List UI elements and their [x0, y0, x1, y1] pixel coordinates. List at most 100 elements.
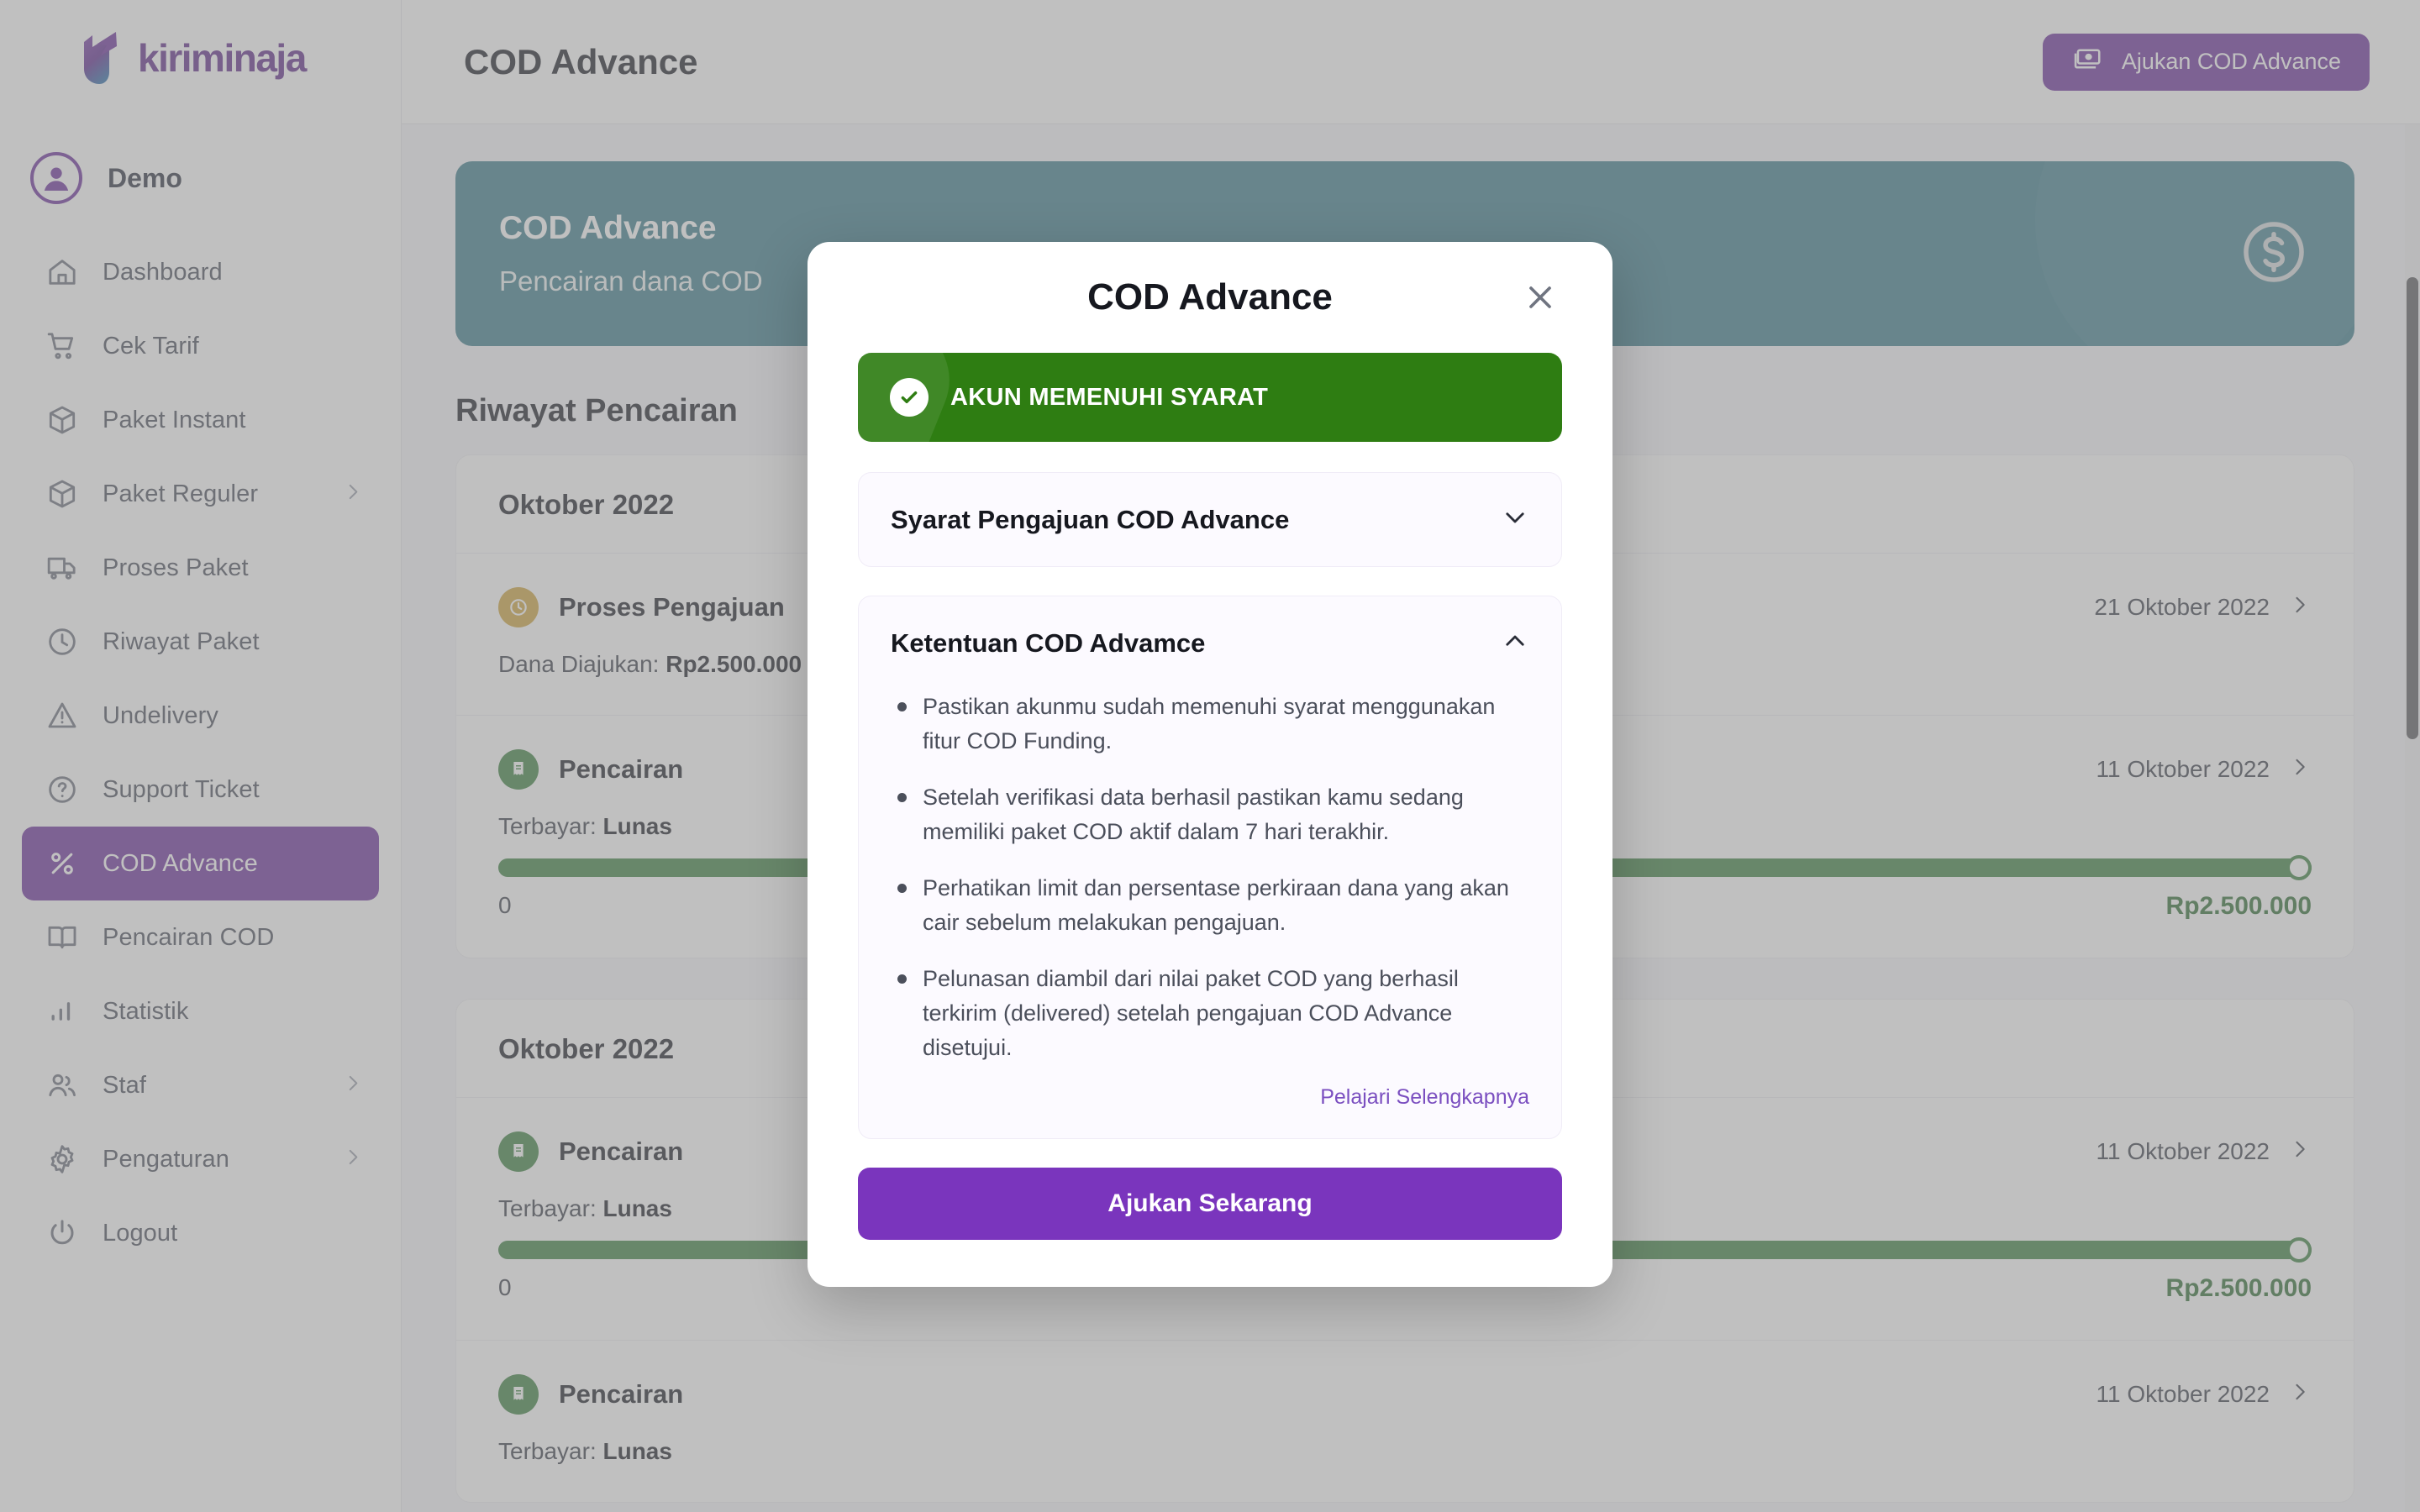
- sidebar-item-staf[interactable]: Staf: [22, 1048, 379, 1122]
- sidebar-item-paket-instant[interactable]: Paket Instant: [22, 383, 379, 457]
- accordion-ketentuan-title: Ketentuan COD Advamce: [891, 627, 1206, 658]
- sidebar-item-label: Undelivery: [103, 701, 218, 729]
- ajukan-sekarang-button[interactable]: Ajukan Sekarang: [858, 1168, 1562, 1241]
- sidebar-item-proses-paket[interactable]: Proses Paket: [22, 531, 379, 605]
- chevron-right-icon: [342, 1147, 364, 1173]
- truck-icon: [40, 546, 84, 590]
- question-icon: [40, 768, 84, 811]
- top-header: COD Advance Ajukan COD Advance: [402, 0, 2420, 124]
- gear-icon: [40, 1137, 84, 1181]
- dollar-circle-icon: [2237, 215, 2311, 293]
- table-row[interactable]: Pencairan 11 Oktober 2022 Terbayar: Luna…: [456, 1341, 2354, 1502]
- row-detail-value: Lunas: [602, 813, 672, 839]
- row-date-label: 21 Oktober 2022: [2094, 594, 2270, 620]
- money-icon: [2071, 43, 2103, 81]
- row-detail-label: Terbayar:: [498, 1195, 597, 1221]
- sidebar-item-label: Proses Paket: [103, 554, 249, 581]
- app-root: kiriminaja Demo Dashboard Cek Tarif Pake…: [0, 0, 2420, 1512]
- progress-min-label: 0: [498, 892, 512, 918]
- row-date[interactable]: 11 Oktober 2022: [2096, 1137, 2312, 1167]
- eligibility-banner: AKUN MEMENUHI SYARAT: [858, 353, 1562, 442]
- book-icon: [40, 916, 84, 959]
- sidebar-item-logout[interactable]: Logout: [22, 1196, 379, 1270]
- sidebar-item-cek-tarif[interactable]: Cek Tarif: [22, 309, 379, 383]
- ajukan-cod-advance-label: Ajukan COD Advance: [2121, 49, 2341, 74]
- row-date[interactable]: 11 Oktober 2022: [2096, 755, 2312, 785]
- row-detail-label: Dana Diajukan:: [498, 651, 660, 677]
- sidebar-item-label: Statistik: [103, 997, 189, 1025]
- cart-icon: [40, 324, 84, 368]
- sidebar-item-label: COD Advance: [103, 849, 258, 877]
- chevron-right-icon: [2288, 1380, 2312, 1410]
- accordion-ketentuan: Ketentuan COD Advamce Pastikan akunmu su…: [858, 596, 1562, 1140]
- percent-icon: [40, 842, 84, 885]
- row-date-label: 11 Oktober 2022: [2096, 1138, 2270, 1164]
- clock-icon: [40, 620, 84, 664]
- check-circle-icon: [890, 378, 929, 417]
- chevron-right-icon: [342, 1073, 364, 1099]
- list-item: Perhatikan limit dan persentase perkiraa…: [891, 871, 1529, 940]
- sidebar-item-cod-advance[interactable]: COD Advance: [22, 827, 379, 900]
- list-item: Setelah verifikasi data berhasil pastika…: [891, 780, 1529, 849]
- banner-title: COD Advance: [499, 210, 717, 246]
- row-detail: Terbayar: Lunas: [498, 1438, 2312, 1465]
- row-date[interactable]: 11 Oktober 2022: [2096, 1380, 2312, 1410]
- modal-title: COD Advance: [1087, 276, 1333, 318]
- sidebar-item-label: Logout: [103, 1219, 178, 1247]
- accordion-ketentuan-header[interactable]: Ketentuan COD Advamce: [859, 596, 1561, 690]
- chevron-right-icon: [2288, 1137, 2312, 1167]
- status-badge: Pencairan: [559, 1379, 684, 1409]
- sidebar-item-support-ticket[interactable]: Support Ticket: [22, 753, 379, 827]
- row-detail-label: Terbayar:: [498, 813, 597, 839]
- sidebar-item-label: Pengaturan: [103, 1145, 229, 1173]
- bar-chart-icon: [40, 990, 84, 1033]
- sidebar-item-riwayat-paket[interactable]: Riwayat Paket: [22, 605, 379, 679]
- chevron-down-icon: [1501, 503, 1529, 536]
- ajukan-cod-advance-button[interactable]: Ajukan COD Advance: [2042, 33, 2370, 91]
- cod-advance-modal: COD Advance AKUN MEMENUHI SYARAT Syarat …: [808, 242, 1612, 1288]
- scrollbar-thumb[interactable]: [2407, 277, 2418, 739]
- sidebar-item-label: Dashboard: [103, 258, 223, 286]
- sidebar-item-dashboard[interactable]: Dashboard: [22, 235, 379, 309]
- sidebar-item-label: Support Ticket: [103, 775, 260, 803]
- chevron-right-icon: [342, 481, 364, 507]
- power-icon: [40, 1211, 84, 1255]
- sidebar-item-pencairan-cod[interactable]: Pencairan COD: [22, 900, 379, 974]
- row-detail-value: Lunas: [602, 1438, 672, 1464]
- pelajari-selengkapnya-link[interactable]: Pelajari Selengkapnya: [891, 1085, 1529, 1110]
- home-icon: [40, 250, 84, 294]
- ketentuan-list: Pastikan akunmu sudah memenuhi syarat me…: [891, 690, 1529, 1065]
- user-profile[interactable]: Demo: [0, 138, 401, 218]
- receipt-status-icon: [498, 1374, 539, 1415]
- status-badge: Pencairan: [559, 754, 684, 784]
- status-badge: Pencairan: [559, 1137, 684, 1166]
- row-detail-label: Terbayar:: [498, 1438, 597, 1464]
- sidebar-item-undelivery[interactable]: Undelivery: [22, 679, 379, 753]
- avatar: [30, 152, 82, 204]
- progress-max-label: Rp2.500.000: [2165, 892, 2312, 920]
- progress-min-label: 0: [498, 1274, 512, 1300]
- users-icon: [40, 1063, 84, 1107]
- sidebar-item-paket-reguler[interactable]: Paket Reguler: [22, 457, 379, 531]
- sidebar-item-pengaturan[interactable]: Pengaturan: [22, 1122, 379, 1196]
- accordion-syarat-header[interactable]: Syarat Pengajuan COD Advance: [859, 473, 1561, 566]
- chevron-right-icon: [2288, 593, 2312, 622]
- progress-knob[interactable]: [2286, 855, 2312, 880]
- sidebar-nav: Dashboard Cek Tarif Paket Instant Paket …: [0, 235, 401, 1270]
- page-title: COD Advance: [464, 41, 698, 81]
- progress-knob[interactable]: [2286, 1237, 2312, 1263]
- brand-logo[interactable]: kiriminaja: [0, 0, 401, 126]
- close-icon[interactable]: [1518, 276, 1562, 319]
- box-icon: [40, 398, 84, 442]
- sidebar-item-label: Riwayat Paket: [103, 627, 260, 655]
- progress-max-label: Rp2.500.000: [2165, 1274, 2312, 1302]
- sidebar-item-label: Paket Reguler: [103, 480, 259, 507]
- status-badge: Proses Pengajuan: [559, 592, 785, 622]
- accordion-syarat-title: Syarat Pengajuan COD Advance: [891, 504, 1290, 534]
- list-item: Pelunasan diambil dari nilai paket COD y…: [891, 962, 1529, 1065]
- row-date[interactable]: 21 Oktober 2022: [2094, 593, 2312, 622]
- clock-status-icon: [498, 587, 539, 627]
- row-date-label: 11 Oktober 2022: [2096, 756, 2270, 782]
- sidebar-item-statistik[interactable]: Statistik: [22, 974, 379, 1048]
- brand-name: kiriminaja: [138, 36, 307, 80]
